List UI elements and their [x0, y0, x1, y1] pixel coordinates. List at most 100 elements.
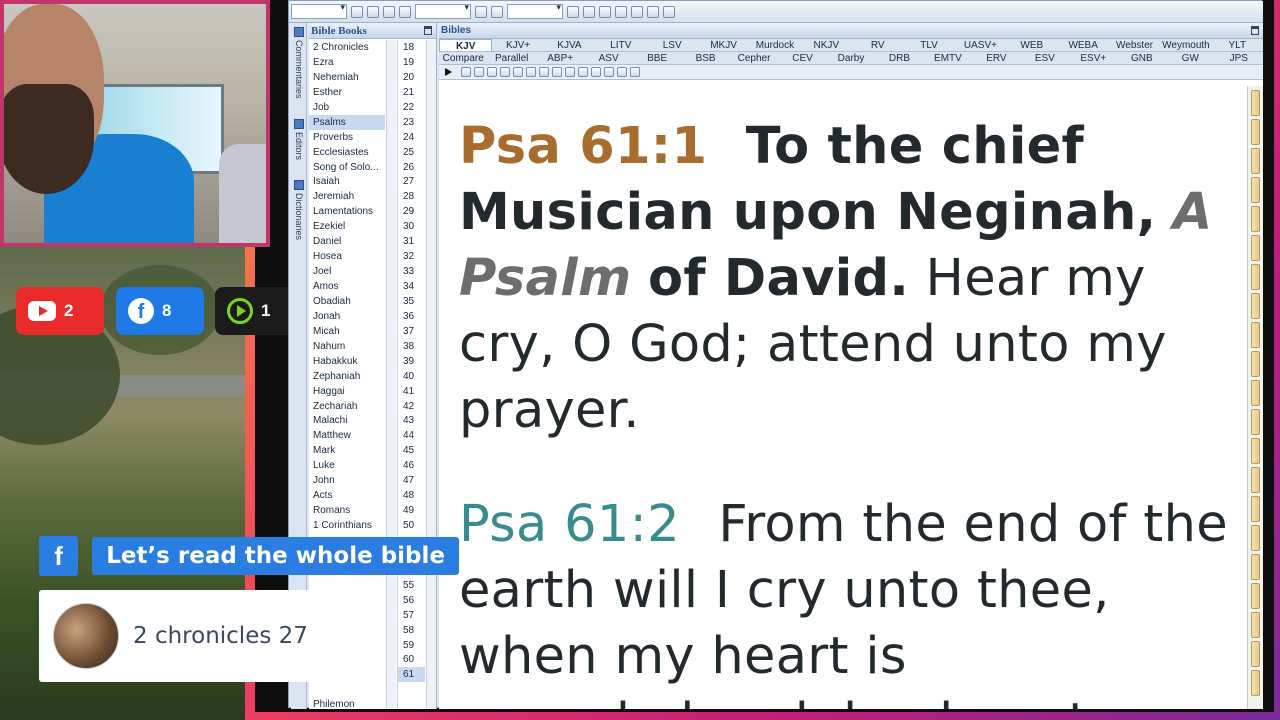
version-tab[interactable]: WEBA: [1058, 39, 1109, 51]
tab-editors[interactable]: Editors: [292, 119, 306, 160]
verse-ref[interactable]: Psa 61:2: [459, 495, 680, 554]
version-tab[interactable]: NKJV: [801, 39, 852, 51]
version-tab[interactable]: ESV: [1021, 52, 1069, 64]
chapter-item[interactable]: 32: [398, 249, 425, 264]
toolbar-combo[interactable]: [507, 3, 563, 19]
book-item[interactable]: 1 Corinthians: [309, 518, 385, 533]
toolbar-icon[interactable]: [526, 67, 536, 77]
chapter-item[interactable]: 55: [398, 578, 425, 593]
verse-ref[interactable]: Psa 61:1: [459, 117, 707, 176]
version-tab[interactable]: DRB: [875, 52, 923, 64]
book-item[interactable]: Philemon: [309, 697, 385, 708]
version-tab[interactable]: EMTV: [924, 52, 972, 64]
toolbar-icon[interactable]: [583, 5, 595, 18]
toolbar-combo[interactable]: [415, 3, 471, 19]
toolbar-icon[interactable]: [615, 5, 627, 18]
book-item[interactable]: Isaiah: [309, 174, 385, 189]
toolbar-icon[interactable]: [539, 67, 549, 77]
chapter-item[interactable]: 28: [398, 189, 425, 204]
book-item[interactable]: Song of Solo...: [309, 160, 385, 175]
tab-commentaries[interactable]: Commentaries: [292, 27, 306, 99]
chapter-item[interactable]: 48: [398, 488, 425, 503]
version-tab[interactable]: RV: [852, 39, 903, 51]
chapter-item[interactable]: 29: [398, 204, 425, 219]
play-icon[interactable]: [445, 68, 452, 76]
book-item[interactable]: Luke: [309, 458, 385, 473]
chapter-item[interactable]: 24: [398, 130, 425, 145]
book-item[interactable]: Ecclesiastes: [309, 145, 385, 160]
chapter-item[interactable]: 50: [398, 518, 425, 533]
book-item[interactable]: Job: [309, 100, 385, 115]
version-tab[interactable]: KJV: [439, 39, 493, 51]
chapter-item[interactable]: 35: [398, 294, 425, 309]
book-item[interactable]: Obadiah: [309, 294, 385, 309]
chapter-item[interactable]: 36: [398, 309, 425, 324]
version-tab[interactable]: LITV: [595, 39, 646, 51]
arrow-right-icon[interactable]: [630, 67, 640, 77]
toolbar-icon[interactable]: [631, 5, 643, 18]
version-tab[interactable]: Cepher: [730, 52, 778, 64]
binoculars-icon[interactable]: [399, 5, 411, 18]
toolbar-icon[interactable]: [578, 67, 588, 77]
book-item[interactable]: Mark: [309, 443, 385, 458]
eraser-icon[interactable]: [475, 5, 487, 18]
book-item[interactable]: Ezekiel: [309, 219, 385, 234]
book-item[interactable]: Amos: [309, 279, 385, 294]
version-tab[interactable]: Murdock: [749, 39, 800, 51]
version-tab[interactable]: Parallel: [487, 52, 535, 64]
version-tab[interactable]: ERV: [972, 52, 1020, 64]
chapter-item[interactable]: 42: [398, 399, 425, 414]
version-tab[interactable]: Compare: [439, 52, 487, 64]
toolbar-icon[interactable]: [461, 67, 471, 77]
toolbar-icon[interactable]: [565, 67, 575, 77]
chapter-item[interactable]: 18: [398, 40, 425, 55]
toolbar-icon[interactable]: [599, 5, 611, 18]
book-item[interactable]: Jonah: [309, 309, 385, 324]
pin-icon[interactable]: [1251, 26, 1259, 35]
toolbar-icon[interactable]: [513, 67, 523, 77]
toolbar-combo[interactable]: [291, 3, 347, 19]
book-item[interactable]: [309, 682, 385, 697]
chapter-item[interactable]: 44: [398, 428, 425, 443]
book-item[interactable]: Romans: [309, 503, 385, 518]
chapter-item[interactable]: 23: [398, 115, 425, 130]
book-item[interactable]: John: [309, 473, 385, 488]
book-item[interactable]: Psalms: [309, 114, 385, 130]
chapter-item[interactable]: 20: [398, 70, 425, 85]
book-item[interactable]: Jeremiah: [309, 189, 385, 204]
version-tab[interactable]: KJVA: [544, 39, 595, 51]
chapter-item[interactable]: 33: [398, 264, 425, 279]
arrow-left-icon[interactable]: [617, 67, 627, 77]
book-item[interactable]: Micah: [309, 324, 385, 339]
chapter-item[interactable]: 22: [398, 100, 425, 115]
chapter-item[interactable]: 31: [398, 234, 425, 249]
version-tab[interactable]: CEV: [778, 52, 826, 64]
chapter-item[interactable]: 40: [398, 369, 425, 384]
chapter-item[interactable]: 30: [398, 219, 425, 234]
book-item[interactable]: Haggai: [309, 384, 385, 399]
chapter-item[interactable]: 60: [398, 652, 425, 667]
forward-arrow-icon[interactable]: [383, 5, 395, 18]
version-tab[interactable]: BSB: [681, 52, 729, 64]
book-item[interactable]: Matthew: [309, 428, 385, 443]
toolbar-icon[interactable]: [500, 67, 510, 77]
image-icon[interactable]: [647, 5, 659, 18]
chapter-item[interactable]: 59: [398, 638, 425, 653]
chapter-item[interactable]: 47: [398, 473, 425, 488]
version-tab[interactable]: KJV+: [492, 39, 543, 51]
version-tab[interactable]: GW: [1166, 52, 1214, 64]
version-tab[interactable]: ABP+: [536, 52, 584, 64]
toolbar-icon[interactable]: [552, 67, 562, 77]
book-item[interactable]: Esther: [309, 85, 385, 100]
chapter-item[interactable]: 43: [398, 413, 425, 428]
chapter-item[interactable]: 21: [398, 85, 425, 100]
book-item[interactable]: Acts: [309, 488, 385, 503]
book-item[interactable]: Zephaniah: [309, 369, 385, 384]
chapter-item[interactable]: 34: [398, 279, 425, 294]
book-item[interactable]: Habakkuk: [309, 354, 385, 369]
pin-icon[interactable]: [424, 26, 432, 35]
version-tab[interactable]: TLV: [903, 39, 954, 51]
chapter-item[interactable]: 26: [398, 160, 425, 175]
book-item[interactable]: Lamentations: [309, 204, 385, 219]
version-tab[interactable]: WEB: [1006, 39, 1057, 51]
